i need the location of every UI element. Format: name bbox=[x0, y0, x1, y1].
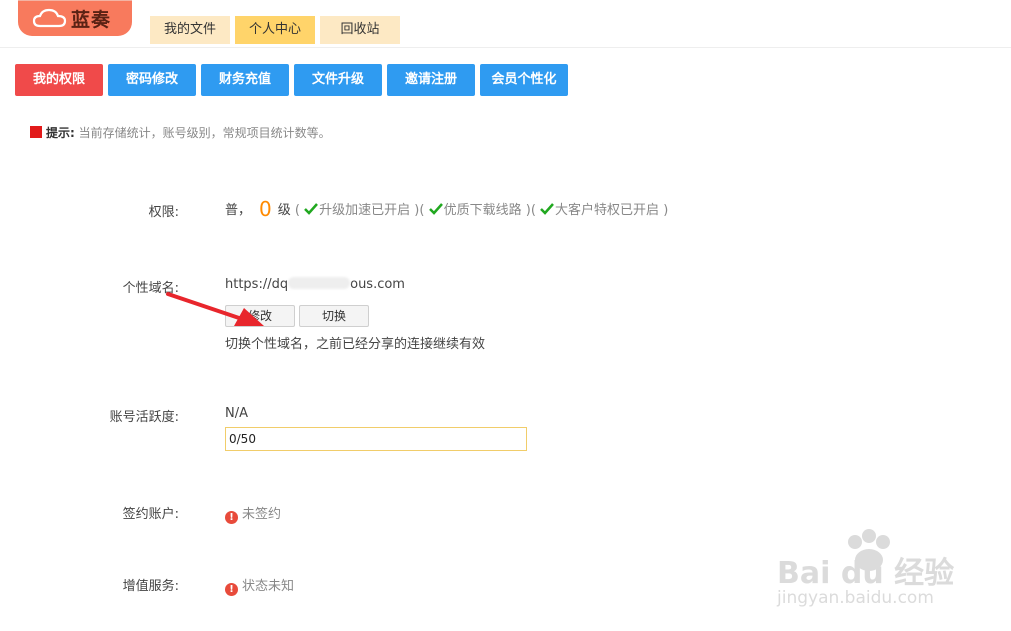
paren-close: ) bbox=[663, 203, 669, 218]
switch-domain-button[interactable]: 切换 bbox=[299, 305, 369, 327]
watermark-brand: Bai du 经验 bbox=[777, 556, 955, 591]
domain-url-end: ous.com bbox=[350, 277, 405, 292]
activity-progress-text: 0/50 bbox=[229, 432, 256, 446]
tip-square-icon bbox=[30, 126, 42, 138]
baidu-watermark: Bai du 经验 jingyan.baidu.com bbox=[773, 518, 963, 614]
tab-my-files[interactable]: 我的文件 bbox=[150, 16, 230, 44]
paren-open: ( bbox=[294, 203, 300, 218]
warning-icon: ! bbox=[225, 511, 238, 524]
activity-label: 账号活跃度: bbox=[109, 410, 179, 425]
activity-value: N/A bbox=[225, 406, 248, 421]
tier-text: 普， bbox=[225, 203, 252, 218]
value-added-status-text: 状态未知 bbox=[242, 579, 295, 594]
warning-icon: ! bbox=[225, 583, 238, 596]
contract-status-text: 未签约 bbox=[242, 507, 282, 522]
check-icon bbox=[540, 203, 554, 215]
finance-recharge-button[interactable]: 财务充值 bbox=[201, 64, 289, 96]
password-change-button[interactable]: 密码修改 bbox=[108, 64, 196, 96]
level-number: 0 bbox=[259, 197, 272, 221]
redacted-blur bbox=[288, 277, 351, 289]
tab-personal-center[interactable]: 个人中心 bbox=[235, 16, 315, 44]
tip-text: 当前存储统计，账号级别，常规项目统计数等。 bbox=[78, 126, 331, 140]
feature-1: 升级加速已开启 bbox=[319, 203, 411, 218]
activity-progress: 0/50 bbox=[225, 427, 527, 451]
logo[interactable]: 蓝奏 bbox=[18, 0, 132, 36]
value-added-label: 增值服务: bbox=[122, 579, 179, 594]
feature-2: 优质下载线路 bbox=[443, 203, 522, 218]
paren-open: ( bbox=[530, 203, 536, 218]
annotation-arrow-icon bbox=[166, 292, 264, 326]
value-added-status: ! 状态未知 bbox=[225, 575, 294, 596]
file-upgrade-button[interactable]: 文件升级 bbox=[294, 64, 382, 96]
contract-label: 签约账户: bbox=[122, 507, 179, 522]
invite-register-button[interactable]: 邀请注册 bbox=[387, 64, 475, 96]
contract-status: ! 未签约 bbox=[225, 503, 281, 524]
permission-value: 普， 0 级 ( 升级加速已开启 )( 优质下载线路 )( 大客户特权已开启 ) bbox=[225, 197, 668, 221]
tip-prefix: 提示: bbox=[46, 126, 75, 140]
level-unit: 级 bbox=[277, 203, 291, 218]
tab-recycle-bin[interactable]: 回收站 bbox=[320, 16, 400, 44]
my-permission-button[interactable]: 我的权限 bbox=[15, 64, 103, 96]
tip: 提示: 当前存储统计，账号级别，常规项目统计数等。 bbox=[30, 124, 331, 141]
check-icon bbox=[304, 203, 319, 215]
permission-label: 权限: bbox=[148, 205, 179, 220]
paren-open: ( bbox=[419, 203, 425, 218]
feature-3: 大客户特权已开启 bbox=[555, 203, 660, 218]
logo-text: 蓝奏 bbox=[71, 9, 112, 31]
cloud-icon bbox=[32, 8, 67, 28]
watermark-url: jingyan.baidu.com bbox=[777, 588, 934, 608]
member-personalize-button[interactable]: 会员个性化 bbox=[480, 64, 568, 96]
header-divider bbox=[0, 47, 1011, 48]
check-icon bbox=[428, 203, 443, 215]
